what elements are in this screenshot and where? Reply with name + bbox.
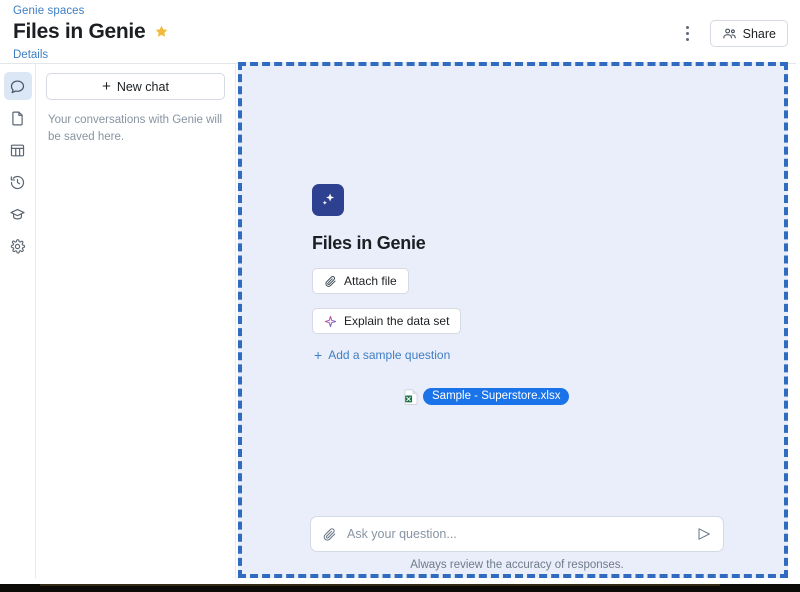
explain-data-set-row: Explain the data set bbox=[312, 294, 732, 334]
page-title: Files in Genie bbox=[13, 20, 146, 43]
star-filled-icon[interactable] bbox=[154, 24, 169, 39]
bottom-edge-strip bbox=[0, 584, 800, 592]
people-group-icon bbox=[722, 26, 737, 41]
send-paper-plane-icon[interactable] bbox=[696, 526, 712, 542]
attached-file-chip[interactable]: Sample - Superstore.xlsx bbox=[404, 388, 570, 405]
sidebar-item-history[interactable] bbox=[4, 168, 32, 196]
genie-sparkle-logo bbox=[312, 184, 344, 216]
document-icon bbox=[9, 110, 26, 127]
attached-file-name[interactable]: Sample - Superstore.xlsx bbox=[423, 388, 570, 405]
chat-bubble-icon bbox=[9, 78, 26, 95]
add-sample-question-link[interactable]: + Add a sample question bbox=[312, 346, 451, 363]
sidebar-item-files[interactable] bbox=[4, 104, 32, 132]
welcome-title: Files in Genie bbox=[312, 233, 426, 253]
accuracy-disclaimer: Always review the accuracy of responses. bbox=[410, 559, 624, 571]
gear-icon bbox=[9, 238, 26, 255]
new-chat-label: New chat bbox=[116, 79, 169, 94]
right-edge-filler bbox=[796, 0, 800, 584]
icon-rail bbox=[0, 64, 36, 578]
details-link[interactable]: Details bbox=[13, 49, 48, 61]
share-button[interactable]: Share bbox=[709, 20, 788, 47]
share-button-label: Share bbox=[742, 26, 776, 41]
sidebar-item-learn[interactable] bbox=[4, 200, 32, 228]
table-grid-icon bbox=[9, 142, 26, 159]
explain-data-set-button[interactable]: Explain the data set bbox=[312, 308, 462, 334]
history-clock-icon bbox=[9, 174, 26, 191]
sidebar-item-settings[interactable] bbox=[4, 232, 32, 260]
excel-file-icon bbox=[404, 389, 419, 405]
kebab-dot-2 bbox=[686, 32, 690, 35]
attach-file-row: Attach file bbox=[312, 254, 732, 294]
genie-main-panel: Files in Genie Attach file Explain the d… bbox=[238, 62, 788, 578]
sidebar-item-chat[interactable] bbox=[3, 72, 32, 100]
plus-icon: + bbox=[102, 77, 111, 95]
page-header: Genie spaces Files in Genie Details Shar… bbox=[0, 0, 800, 64]
question-input[interactable]: Ask your question... bbox=[347, 527, 686, 541]
chat-list-panel: + New chat Your conversations with Genie… bbox=[36, 64, 236, 578]
breadcrumb-genie-spaces[interactable]: Genie spaces bbox=[13, 5, 85, 17]
more-options-icon[interactable] bbox=[676, 21, 700, 47]
add-sample-question-row: + Add a sample question bbox=[312, 334, 732, 365]
paperclip-icon bbox=[324, 275, 337, 288]
empty-conversations-note: Your conversations with Genie will be sa… bbox=[48, 114, 223, 143]
sidebar-item-tables[interactable] bbox=[4, 136, 32, 164]
add-sample-question-label: Add a sample question bbox=[328, 348, 451, 362]
plus-icon: + bbox=[314, 346, 323, 363]
attach-file-button[interactable]: Attach file bbox=[312, 268, 409, 294]
header-actions: Share bbox=[676, 20, 788, 47]
sparkle-icon bbox=[324, 315, 337, 328]
question-composer[interactable]: Ask your question... bbox=[310, 516, 724, 552]
title-row: Files in Genie bbox=[13, 21, 169, 42]
new-chat-button[interactable]: + New chat bbox=[46, 73, 225, 100]
attach-file-label: Attach file bbox=[344, 274, 397, 288]
bottom-edge-accent bbox=[40, 584, 720, 586]
app-root: Genie spaces Files in Genie Details Shar… bbox=[0, 0, 800, 592]
welcome-block: Files in Genie Attach file Explain the d… bbox=[312, 184, 732, 365]
kebab-dot-1 bbox=[686, 26, 690, 29]
explain-data-set-label: Explain the data set bbox=[344, 314, 450, 328]
graduation-cap-icon bbox=[9, 206, 26, 223]
kebab-dot-3 bbox=[686, 38, 690, 41]
paperclip-icon[interactable] bbox=[322, 527, 337, 542]
